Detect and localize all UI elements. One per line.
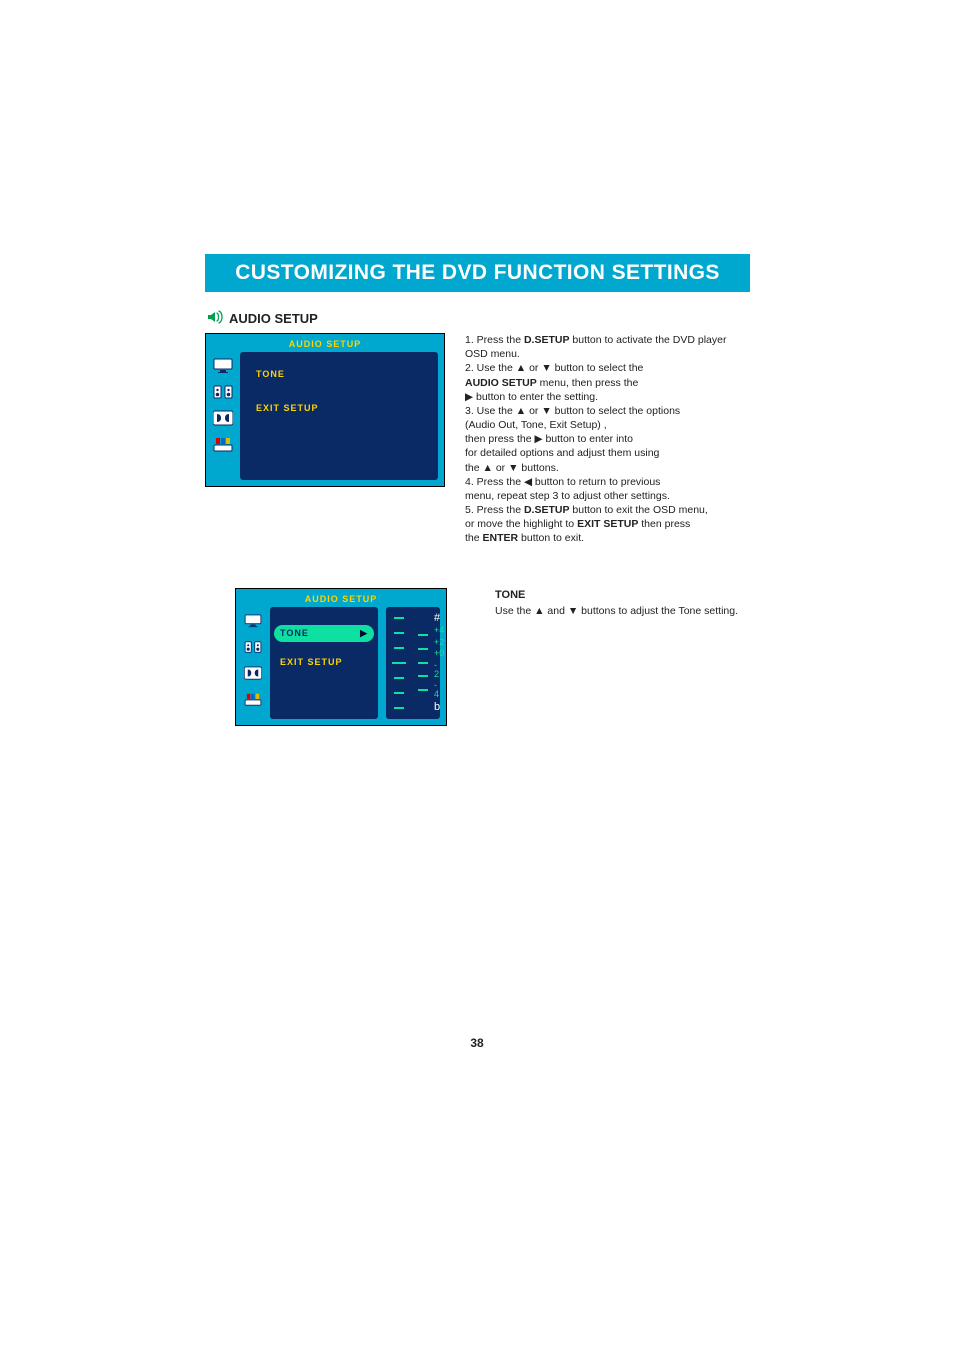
osd2-title: AUDIO SETUP (236, 589, 446, 607)
osd2-icon-column (236, 607, 270, 725)
monitor-icon (242, 611, 264, 631)
osd-screenshot-2: AUDIO SETUP (235, 588, 473, 726)
tone-gauge: # +4 +2 +0 - 2 - 4 b (386, 607, 440, 719)
row-2: AUDIO SETUP (205, 588, 750, 726)
osd-screenshot-1: AUDIO SETUP (205, 333, 443, 546)
instructions-text: 1. Press the D.SETUP button to activate … (465, 333, 750, 546)
gauge-label-minus4: - 4 (434, 681, 444, 699)
page-number: 38 (0, 1036, 954, 1050)
speakers-icon (242, 637, 264, 657)
osd1-panel: TONE EXIT SETUP (240, 352, 438, 480)
gauge-label-plus2: +2 (434, 638, 444, 647)
languages-icon (212, 434, 234, 454)
tone-desc-text: Use the ▲ and ▼ buttons to adjust the To… (495, 604, 750, 618)
osd2-panel: TONE▶ EXIT SETUP (270, 607, 378, 719)
gauge-label-plus4: +4 (434, 626, 444, 635)
gauge-label-sharp: # (434, 613, 444, 624)
dolby-icon (212, 408, 234, 428)
gauge-right-marks (418, 613, 428, 713)
audio-setup-osd-2: AUDIO SETUP (235, 588, 447, 726)
tone-heading: TONE (495, 588, 750, 603)
osd1-item-exit: EXIT SETUP (250, 400, 428, 416)
gauge-label-flat: b (434, 702, 444, 713)
monitor-icon (212, 356, 234, 376)
speakers-icon (212, 382, 234, 402)
osd2-item-tone-selected: TONE▶ (274, 625, 374, 642)
content-area: CUSTOMIZING THE DVD FUNCTION SETTINGS AU… (205, 254, 750, 726)
speaker-icon (207, 310, 223, 327)
section-title-text: AUDIO SETUP (229, 311, 318, 326)
gauge-left-ticks (392, 613, 406, 713)
osd1-item-tone: TONE (250, 366, 428, 382)
row-1: AUDIO SETUP (205, 333, 750, 546)
gauge-labels: # +4 +2 +0 - 2 - 4 b (434, 613, 444, 713)
page-title-banner: CUSTOMIZING THE DVD FUNCTION SETTINGS (205, 254, 750, 292)
right-arrow-icon: ▶ (360, 628, 368, 639)
osd1-title: AUDIO SETUP (206, 334, 444, 352)
tone-description: TONE Use the ▲ and ▼ buttons to adjust t… (495, 588, 750, 619)
gauge-label-plus0: +0 (434, 649, 444, 658)
section-heading: AUDIO SETUP (207, 310, 750, 327)
page: CUSTOMIZING THE DVD FUNCTION SETTINGS AU… (0, 0, 954, 1350)
languages-icon (242, 689, 264, 709)
dolby-icon (242, 663, 264, 683)
audio-setup-osd-1: AUDIO SETUP (205, 333, 445, 487)
osd-icon-column (206, 352, 240, 486)
osd2-item-exit: EXIT SETUP (274, 654, 374, 670)
gauge-label-minus2: - 2 (434, 661, 444, 679)
